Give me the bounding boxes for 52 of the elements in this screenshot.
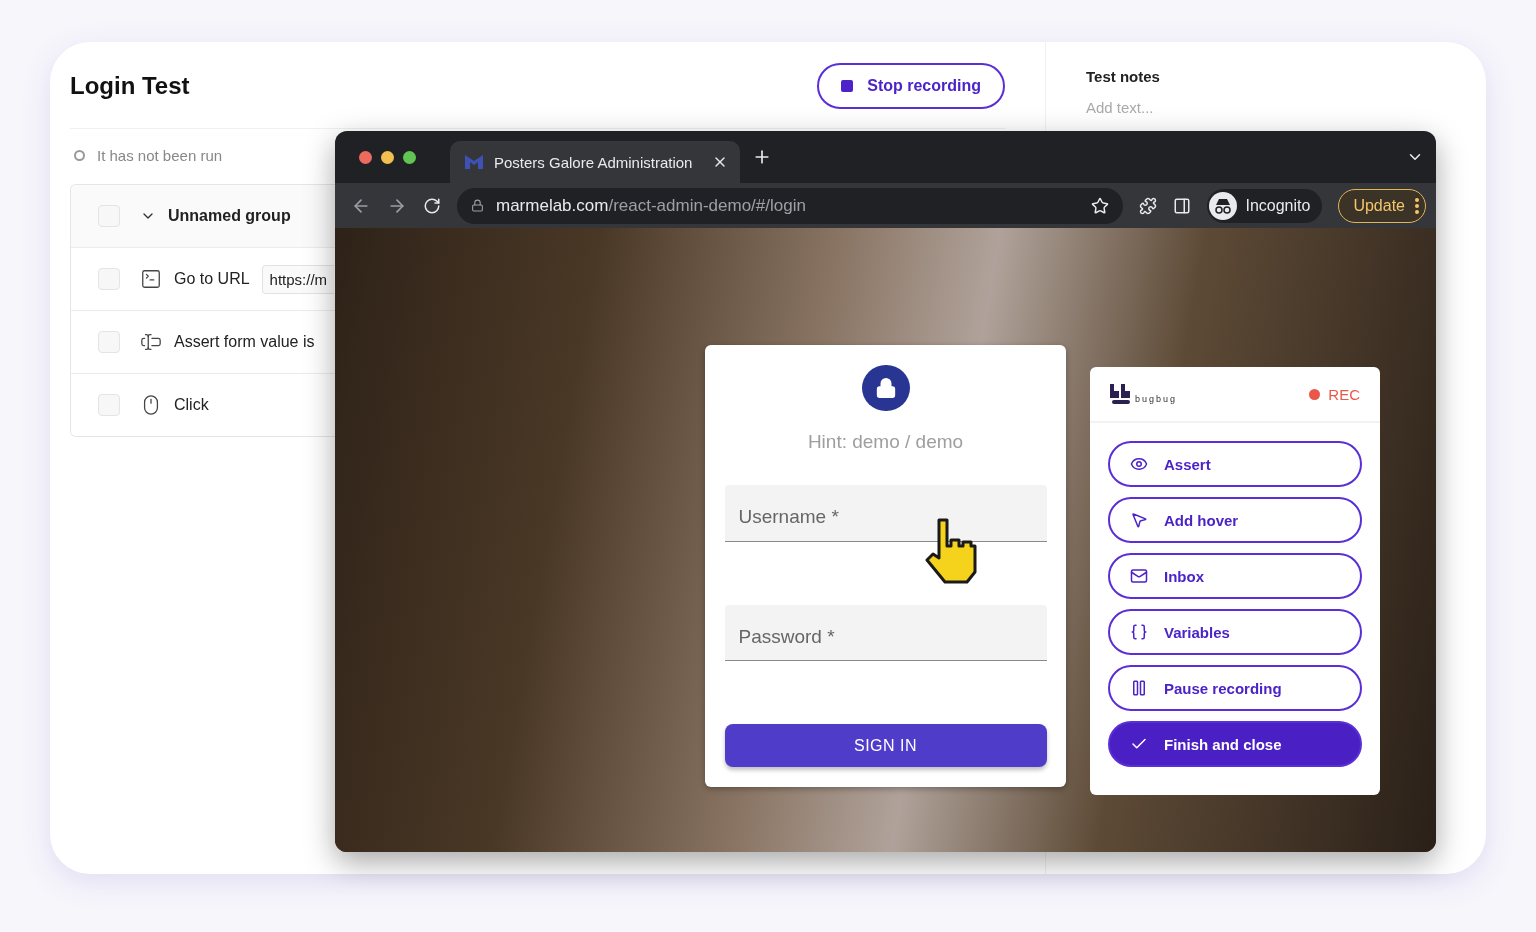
stop-icon [841,80,854,92]
m-logo-icon [464,154,484,170]
step-checkbox[interactable] [98,394,120,416]
terminal-icon [140,268,162,290]
browser-tab[interactable]: Posters Galore Administration [450,141,740,183]
close-window-icon[interactable] [359,150,372,164]
recorder-action-button[interactable]: Inbox [1108,553,1362,599]
test-title: Login Test [70,72,190,100]
step-name: Assert form value is [174,333,315,351]
minimize-window-icon[interactable] [381,150,394,164]
login-field[interactable]: Username * [724,485,1047,542]
profile-button[interactable]: Incognito [1207,188,1323,223]
puzzle-icon[interactable] [1139,196,1158,215]
notes-title: Test notes [1086,68,1161,85]
recorder-action-button[interactable]: Variables [1108,609,1362,655]
lock-icon [874,377,897,400]
group-name: Unnamed group [168,207,291,225]
url-value: https://m [261,264,335,294]
recorder-action-button[interactable]: Pause recording [1108,665,1362,711]
mail-icon [1130,567,1148,585]
braces-icon [1130,623,1148,641]
side-panel-icon[interactable] [1173,196,1192,215]
step-name: Click [174,396,209,414]
logo-text: bugbug [1135,394,1178,404]
login-hint: Hint: demo / demo [807,431,964,454]
login-field[interactable]: Password * [724,604,1047,662]
star-icon[interactable] [1091,196,1110,215]
pause-icon [1130,679,1148,697]
bugbug-logo-icon [1110,384,1132,404]
reload-icon[interactable] [423,196,441,215]
sign-in-button[interactable]: SIGN IN [724,724,1047,767]
run-status: It has not been run [97,147,223,164]
maximize-window-icon[interactable] [403,150,416,164]
update-button[interactable]: Update [1338,188,1426,223]
stop-recording-button[interactable]: Stop recording [817,63,1005,109]
lock-icon [471,199,484,212]
recording-status: REC [1328,385,1360,403]
pointer-icon [1130,511,1148,529]
incognito-icon [1209,191,1238,220]
step-name: Go to URL [174,270,250,288]
step-checkbox[interactable] [98,331,120,353]
text-cursor-icon [140,331,162,353]
recorder-action-button[interactable]: Add hover [1108,497,1362,543]
step-checkbox[interactable] [98,268,120,290]
recorder-action-button[interactable]: Assert [1108,441,1362,487]
status-icon [74,150,85,161]
more-icon [1415,197,1419,214]
recorder-action-button[interactable]: Finish and close [1108,721,1362,767]
eye-icon [1130,455,1148,473]
notes-field[interactable]: Add text... [1086,99,1486,116]
recording-dot [1309,388,1321,400]
address-bar[interactable]: marmelab.com/react-admin-demo/#/login [457,187,1124,224]
